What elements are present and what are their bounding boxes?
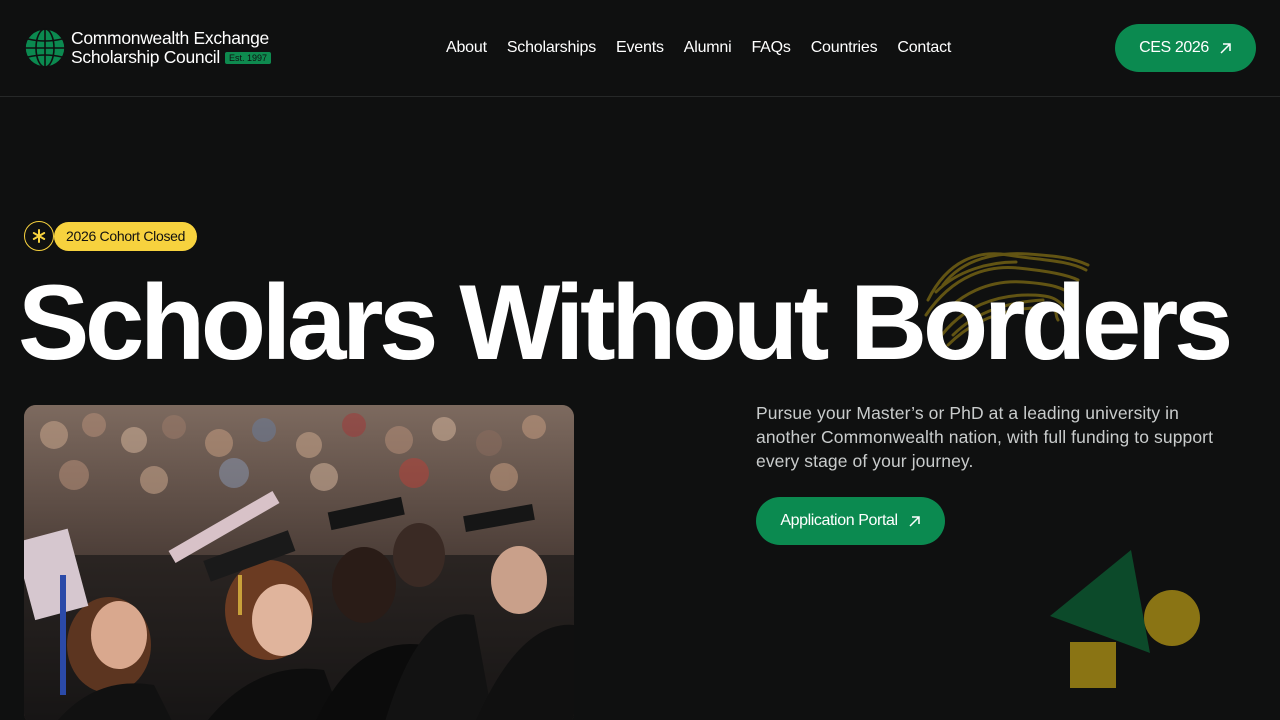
- application-portal-label: Application Portal: [780, 512, 898, 529]
- nav-alumni[interactable]: Alumni: [684, 38, 732, 58]
- page-title: Scholars Without Borders: [18, 262, 1233, 382]
- square-shape: [1070, 642, 1116, 688]
- nav-contact[interactable]: Contact: [897, 38, 951, 58]
- main-nav: About Scholarships Events Alumni FAQs Co…: [446, 38, 951, 58]
- logo-wordmark: Commonwealth Exchange Scholarship Counci…: [71, 27, 271, 68]
- est-badge: Est. 1997: [224, 51, 271, 64]
- site-logo[interactable]: Commonwealth Exchange Scholarship Counci…: [24, 28, 271, 68]
- arrow-up-right-icon: [1220, 42, 1231, 54]
- arrow-up-right-icon: [909, 515, 920, 527]
- nav-faqs[interactable]: FAQs: [751, 38, 790, 58]
- nav-countries[interactable]: Countries: [811, 38, 878, 58]
- graduation-photo: [24, 405, 574, 720]
- circle-shape: [1144, 590, 1200, 646]
- cohort-status: 2026 Cohort Closed: [24, 221, 198, 251]
- globe-icon: [24, 28, 66, 68]
- nav-scholarships[interactable]: Scholarships: [507, 38, 596, 58]
- decorative-shapes: [1050, 550, 1200, 688]
- application-portal-button[interactable]: Application Portal: [756, 497, 945, 545]
- ces-2026-label: CES 2026: [1139, 39, 1209, 56]
- nav-about[interactable]: About: [446, 38, 487, 58]
- status-badge: 2026 Cohort Closed: [54, 221, 198, 251]
- nav-events[interactable]: Events: [616, 38, 664, 58]
- asterisk-icon: [24, 221, 54, 251]
- hero-description: Pursue your Master’s or PhD at a leading…: [756, 403, 1214, 471]
- logo-line-1: Commonwealth Exchange: [71, 27, 269, 48]
- site-header: Commonwealth Exchange Scholarship Counci…: [0, 0, 1280, 97]
- ces-2026-button[interactable]: CES 2026: [1115, 24, 1256, 72]
- triangle-shape: [1050, 550, 1150, 653]
- logo-line-2: Scholarship Council: [71, 46, 220, 67]
